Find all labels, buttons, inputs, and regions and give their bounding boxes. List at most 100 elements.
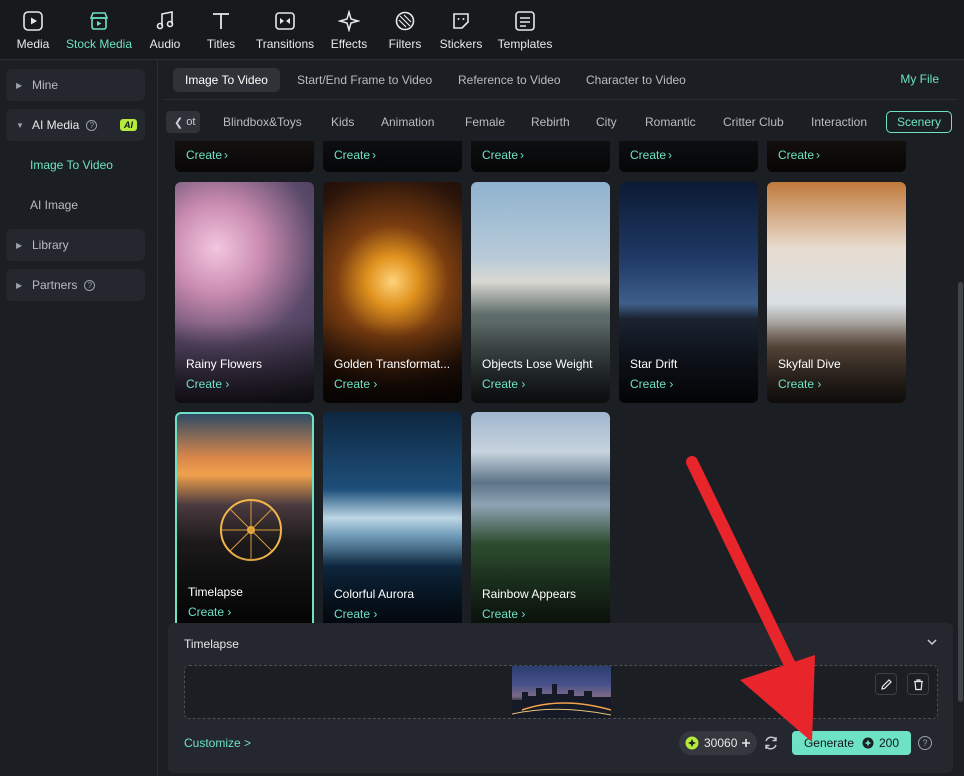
create-link[interactable]: Create: [778, 148, 814, 162]
template-card-timelapse[interactable]: Timelapse Create ›: [175, 412, 314, 624]
create-link[interactable]: Create ›: [334, 377, 377, 391]
create-link[interactable]: Create ›: [186, 377, 229, 391]
caret-down-icon: ▼: [16, 120, 24, 130]
toolbar-effects[interactable]: Effects: [324, 0, 374, 60]
toolbar-media[interactable]: Media: [8, 0, 58, 60]
trash-icon: [913, 678, 923, 690]
credit-coin-icon: [862, 737, 874, 749]
app-window: Media Stock Media Audio Titles Transitio…: [0, 0, 964, 776]
templates-icon: [515, 11, 535, 31]
toolbar-stock-media[interactable]: Stock Media: [64, 0, 134, 60]
template-card-objects-lose-weight[interactable]: Objects Lose Weight Create ›: [471, 182, 610, 403]
chevron-down-icon[interactable]: [925, 635, 939, 649]
tab-image-to-video[interactable]: Image To Video: [173, 68, 280, 92]
sidebar-subitem-ai-image[interactable]: AI Image: [30, 198, 78, 212]
sidebar: ▶ Mine ▼ AI Media ? AI Image To Video AI…: [0, 60, 158, 776]
template-card-skyfall-dive[interactable]: Skyfall Dive Create ›: [767, 182, 906, 403]
toolbar-audio[interactable]: Audio: [140, 0, 190, 60]
category-scroll-left[interactable]: ❮ ot: [166, 111, 200, 133]
toolbar-titles[interactable]: Titles: [196, 0, 246, 60]
template-card-golden-transformation[interactable]: Golden Transformat... Create ›: [323, 182, 462, 403]
help-icon[interactable]: ?: [86, 119, 98, 131]
mode-tabs: Image To Video Start/End Frame to Video …: [164, 60, 957, 100]
category-bar: ❮ ot Blindbox&Toys Kids Animation Female…: [164, 101, 957, 141]
main-panel: Image To Video Start/End Frame to Video …: [164, 60, 957, 776]
category-critter-club[interactable]: Critter Club: [723, 115, 784, 129]
stock-media-icon: [89, 12, 109, 30]
scrollbar[interactable]: [957, 60, 964, 776]
category-kids[interactable]: Kids: [331, 115, 354, 129]
chevron-right-icon: ›: [816, 148, 820, 162]
template-card-partial[interactable]: Create ›: [471, 141, 610, 172]
create-link[interactable]: Create ›: [188, 605, 231, 619]
filters-icon: [395, 11, 415, 31]
chevron-right-icon: ›: [224, 148, 228, 162]
title-t-icon: [213, 13, 229, 29]
help-icon[interactable]: ?: [84, 279, 96, 291]
category-blindbox-toys[interactable]: Blindbox&Toys: [223, 115, 302, 129]
transitions-icon: [275, 12, 295, 30]
edit-button[interactable]: [875, 673, 897, 695]
create-link[interactable]: Create ›: [482, 607, 525, 621]
template-card-rainy-flowers[interactable]: Rainy Flowers Create ›: [175, 182, 314, 403]
chevron-right-icon: ›: [668, 148, 672, 162]
create-link[interactable]: Create: [334, 148, 370, 162]
chevron-left-icon: ❮: [174, 116, 187, 129]
sidebar-item-mine[interactable]: ▶ Mine: [6, 69, 145, 101]
tab-character-to-video[interactable]: Character to Video: [574, 68, 698, 92]
sticker-icon: [453, 13, 469, 29]
category-rebirth[interactable]: Rebirth: [531, 115, 570, 129]
template-card-colorful-aurora[interactable]: Colorful Aurora Create ›: [323, 412, 462, 624]
sidebar-item-partners[interactable]: ▶ Partners ?: [6, 269, 145, 301]
category-animation[interactable]: Animation: [381, 115, 434, 129]
refresh-icon[interactable]: [762, 734, 780, 752]
category-city[interactable]: City: [596, 115, 617, 129]
credit-coin-icon: [685, 736, 699, 750]
create-link[interactable]: Create ›: [482, 377, 525, 391]
customize-link[interactable]: Customize >: [184, 736, 251, 750]
create-link[interactable]: Create: [630, 148, 666, 162]
panel-title: Timelapse: [184, 637, 239, 651]
toolbar-filters[interactable]: Filters: [380, 0, 430, 60]
category-scenery[interactable]: Scenery: [886, 111, 953, 133]
tab-reference-to-video[interactable]: Reference to Video: [446, 68, 573, 92]
template-grid: Create › Create › Create › Create › Create › …: [164, 141, 957, 624]
create-link[interactable]: Create ›: [630, 377, 673, 391]
chevron-right-icon: ›: [520, 148, 524, 162]
sidebar-item-library[interactable]: ▶ Library: [6, 229, 145, 261]
plus-icon[interactable]: [741, 738, 751, 748]
generate-button[interactable]: Generate 200: [792, 731, 911, 755]
help-icon[interactable]: ?: [918, 736, 932, 750]
template-card-star-drift[interactable]: Star Drift Create ›: [619, 182, 758, 403]
pencil-icon: [880, 678, 892, 690]
scroll-thumb[interactable]: [958, 282, 963, 702]
delete-button[interactable]: [907, 673, 929, 695]
toolbar-transitions[interactable]: Transitions: [252, 0, 318, 60]
top-toolbar: Media Stock Media Audio Titles Transitio…: [0, 0, 964, 60]
category-female[interactable]: Female: [465, 115, 505, 129]
template-card-partial[interactable]: Create ›: [767, 141, 906, 172]
caret-right-icon: ▶: [16, 280, 23, 290]
category-romantic[interactable]: Romantic: [645, 115, 696, 129]
credits-balance[interactable]: 30060: [679, 731, 757, 755]
create-link[interactable]: Create: [482, 148, 518, 162]
template-card-rainbow-appears[interactable]: Rainbow Appears Create ›: [471, 412, 610, 624]
tab-start-end-frame[interactable]: Start/End Frame to Video: [285, 68, 444, 92]
create-link[interactable]: Create: [186, 148, 222, 162]
template-card-partial[interactable]: Create ›: [175, 141, 314, 172]
image-drop-zone[interactable]: [184, 665, 938, 719]
create-link[interactable]: Create ›: [778, 377, 821, 391]
template-card-partial[interactable]: Create ›: [619, 141, 758, 172]
template-card-partial[interactable]: Create ›: [323, 141, 462, 172]
sidebar-subitem-image-to-video[interactable]: Image To Video: [30, 158, 113, 172]
ai-badge: AI: [120, 119, 137, 131]
uploaded-image-thumbnail: [512, 666, 611, 718]
caret-right-icon: ▶: [16, 240, 23, 250]
generate-panel: Timelapse Customize > 30060 Generate 200…: [168, 623, 953, 773]
sidebar-item-ai-media[interactable]: ▼ AI Media ? AI: [6, 109, 145, 141]
my-file-link[interactable]: My File: [900, 72, 939, 86]
create-link[interactable]: Create ›: [334, 607, 377, 621]
toolbar-templates[interactable]: Templates: [492, 0, 558, 60]
toolbar-stickers[interactable]: Stickers: [436, 0, 486, 60]
category-interaction[interactable]: Interaction: [811, 115, 867, 129]
